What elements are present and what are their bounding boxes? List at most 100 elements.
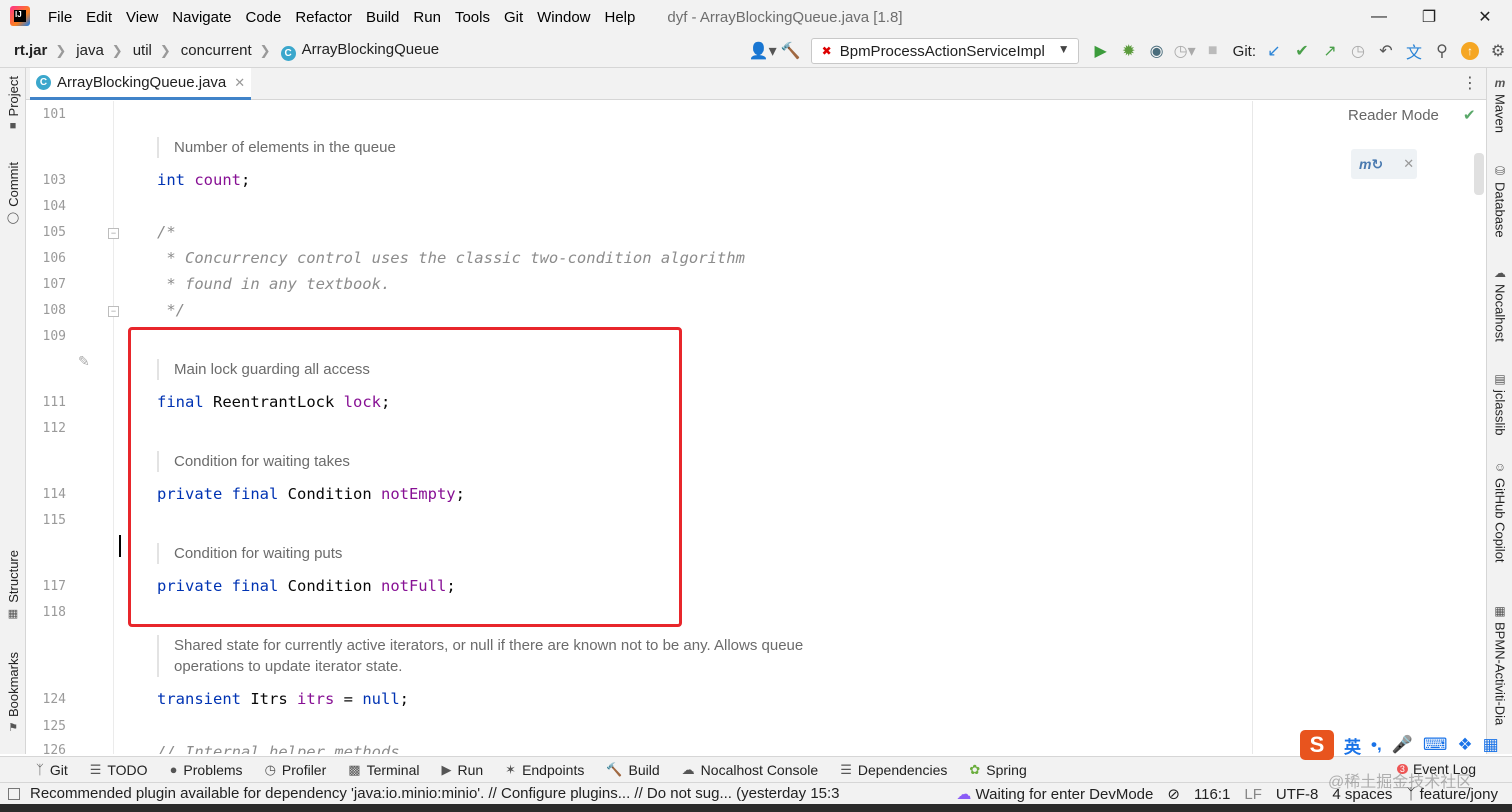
code-comment: * Concurrency control uses the classic t…	[157, 249, 745, 267]
debug-icon[interactable]: ✹	[1115, 37, 1143, 65]
git-update-icon[interactable]: ↙	[1260, 37, 1288, 65]
tool-commit[interactable]: Commit ◯	[0, 162, 26, 224]
toolwin-dependencies[interactable]: ☰ Dependencies	[840, 762, 947, 778]
file-encoding[interactable]: UTF-8	[1276, 786, 1319, 803]
toolwin-endpoints[interactable]: ✶ Endpoints	[505, 762, 584, 778]
maven-reload-popup[interactable]: m↻ ✕	[1351, 149, 1417, 179]
config-error-icon: ✖	[821, 44, 832, 58]
grid-menu-icon[interactable]: ▦	[1483, 735, 1499, 755]
coverage-icon[interactable]: ◉	[1143, 37, 1171, 65]
toolwin-git[interactable]: ᛉ Git	[36, 762, 68, 778]
skin-shirt-icon[interactable]: ❖	[1457, 735, 1472, 755]
menu-edit[interactable]: Edit	[86, 9, 112, 26]
caret-position[interactable]: 116:1	[1194, 786, 1230, 803]
breadcrumb-class[interactable]: C ArrayBlockingQueue	[280, 40, 440, 61]
run-icon[interactable]: ▶	[1087, 37, 1115, 65]
tab-arrayblockingqueue[interactable]: C ArrayBlockingQueue.java ✕	[30, 68, 252, 100]
search-icon[interactable]: ⚲	[1428, 37, 1456, 65]
endpoints-icon: ✶	[505, 761, 517, 777]
status-message[interactable]: Recommended plugin available for depende…	[30, 785, 840, 802]
menu-build[interactable]: Build	[366, 9, 399, 26]
microphone-icon[interactable]: 🎤	[1392, 735, 1413, 755]
breadcrumb-concurrent[interactable]: concurrent	[181, 42, 252, 59]
profile-icon[interactable]: ◷▾	[1171, 37, 1199, 65]
fold-marker-icon[interactable]: −	[108, 306, 119, 317]
toolwin-profiler[interactable]: ◷ Profiler	[265, 762, 327, 778]
close-tab-icon[interactable]: ✕	[234, 75, 245, 91]
menu-code[interactable]: Code	[245, 9, 281, 26]
ime-language[interactable]: 英	[1344, 733, 1361, 758]
menu-refactor[interactable]: Refactor	[295, 9, 352, 26]
breadcrumb-class-label: ArrayBlockingQueue	[301, 40, 440, 58]
toolwin-build[interactable]: 🔨 Build	[606, 762, 659, 778]
minimize-button[interactable]: —	[1356, 0, 1402, 34]
no-network-icon[interactable]: ⊘	[1167, 785, 1180, 803]
run-config-select[interactable]: ✖ BpmProcessActionServiceImpl ▼	[810, 38, 1079, 64]
menu-run[interactable]: Run	[413, 9, 441, 26]
line-number: 108	[42, 303, 66, 318]
tool-maven-label: Maven	[1492, 94, 1508, 134]
ime-punctuation-icon[interactable]: •,	[1371, 735, 1382, 755]
translate-icon[interactable]: 文	[1400, 37, 1428, 65]
build-hammer-icon[interactable]: 🔨	[777, 37, 805, 65]
reader-mode-toggle[interactable]: Reader Mode	[1348, 107, 1439, 124]
update-icon[interactable]: ↑	[1456, 37, 1484, 65]
inspection-ok-icon[interactable]: ✔	[1463, 106, 1476, 124]
menu-window[interactable]: Window	[537, 9, 590, 26]
tool-project-label: Project	[5, 76, 21, 117]
settings-gear-icon[interactable]: ⚙	[1484, 37, 1512, 65]
tool-structure[interactable]: Structure ▦	[0, 550, 26, 620]
git-push-icon[interactable]: ↗	[1316, 37, 1344, 65]
stop-icon[interactable]: ■	[1199, 37, 1227, 65]
toolwin-nocalhost-console[interactable]: ☁ Nocalhost Console	[682, 762, 819, 778]
keyboard-icon[interactable]: ⌨	[1423, 735, 1448, 755]
close-icon[interactable]: ✕	[1403, 156, 1414, 172]
restore-button[interactable]: ❐	[1406, 0, 1452, 34]
tool-bpmn[interactable]: ▦ BPMN-Activiti-Dia	[1487, 604, 1512, 725]
tool-project[interactable]: Project ■	[0, 76, 26, 132]
menu-view[interactable]: View	[126, 9, 158, 26]
line-number: 106	[42, 251, 66, 266]
fold-marker-icon[interactable]: −	[108, 228, 119, 239]
git-history-icon[interactable]: ◷	[1344, 37, 1372, 65]
vertical-scrollbar[interactable]	[1474, 153, 1484, 195]
breadcrumb-rt-jar[interactable]: rt.jar	[14, 42, 47, 59]
user-icon[interactable]: 👤▾	[749, 37, 777, 65]
breadcrumb-java[interactable]: java	[76, 42, 104, 59]
toolwin-run[interactable]: ▶ Run	[441, 762, 483, 778]
problems-icon: ●	[169, 762, 178, 777]
tool-maven[interactable]: m Maven	[1487, 76, 1512, 133]
ime-toolbar[interactable]: S 英 •, 🎤 ⌨ ❖ ▦	[1300, 730, 1499, 760]
line-number: 107	[42, 277, 66, 292]
line-number: 125	[42, 719, 66, 734]
devmode-status[interactable]: ☁ Waiting for enter DevMode	[956, 785, 1153, 803]
breadcrumb-util[interactable]: util	[133, 42, 152, 59]
menu-tools[interactable]: Tools	[455, 9, 490, 26]
tool-database[interactable]: ⛁ Database	[1487, 164, 1512, 238]
menu-help[interactable]: Help	[605, 9, 636, 26]
toolwin-todo[interactable]: ☰ TODO	[90, 762, 148, 778]
toolwin-spring[interactable]: ✿ Spring	[969, 762, 1026, 778]
tool-github-copilot[interactable]: ☺ GitHub Copilot	[1487, 460, 1512, 563]
code-editor[interactable]: 101 103 104 105 106 107 108 109 111 112 …	[26, 101, 1486, 754]
navigation-bar: rt.jar ❯ java ❯ util ❯ concurrent ❯ C Arr…	[0, 34, 1512, 68]
tool-jclasslib[interactable]: ▤ jclasslib	[1487, 372, 1512, 436]
class-icon: C	[36, 75, 51, 90]
git-commit-icon[interactable]: ✔	[1288, 37, 1316, 65]
menu-file[interactable]: File	[48, 9, 72, 26]
toolwin-problems[interactable]: ● Problems	[170, 762, 243, 778]
toggle-tool-windows-icon[interactable]	[8, 787, 20, 800]
tool-nocalhost[interactable]: ☁ Nocalhost	[1487, 266, 1512, 342]
line-separator[interactable]: LF	[1244, 786, 1262, 803]
menu-navigate[interactable]: Navigate	[172, 9, 231, 26]
code-line: transient Itrs itrs = null;	[157, 690, 409, 708]
more-vertical-icon[interactable]: ⋮	[1462, 73, 1478, 93]
menu-git[interactable]: Git	[504, 9, 523, 26]
tool-structure-label: Structure	[5, 550, 21, 603]
edit-pencil-icon[interactable]: ✎	[78, 353, 90, 370]
maven-reload-icon[interactable]: m↻	[1359, 156, 1383, 173]
tool-bookmarks[interactable]: Bookmarks ⚑	[0, 652, 26, 734]
toolwin-terminal[interactable]: ▩ Terminal	[348, 762, 419, 778]
rollback-icon[interactable]: ↶	[1372, 37, 1400, 65]
close-window-button[interactable]: ✕	[1462, 0, 1508, 34]
